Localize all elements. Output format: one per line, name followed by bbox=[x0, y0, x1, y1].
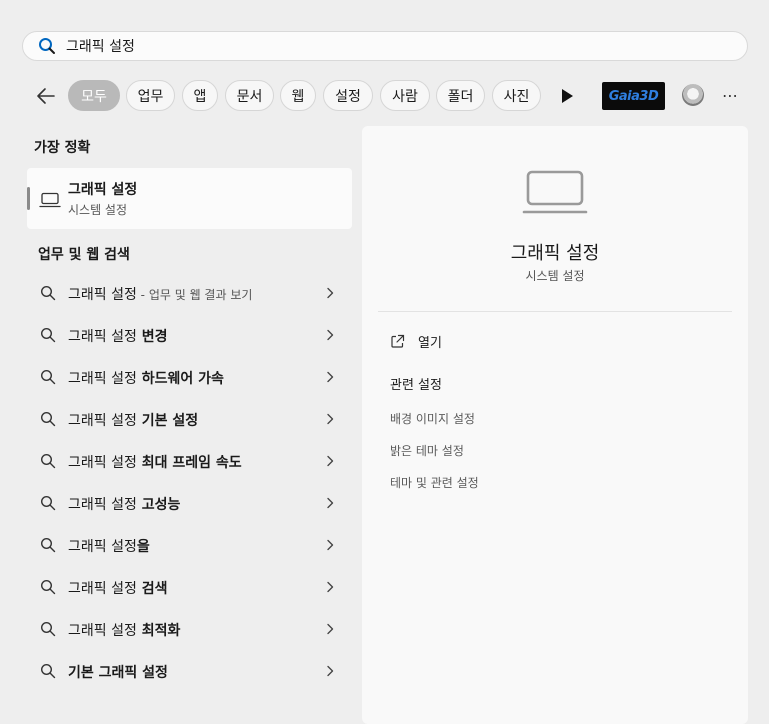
filter-chip-photos[interactable]: 사진 bbox=[492, 80, 541, 111]
search-icon bbox=[40, 453, 56, 469]
web-search-item[interactable]: 그래픽 설정 검색 bbox=[27, 567, 352, 607]
web-search-item-label: 그래픽 설정을 bbox=[68, 536, 150, 556]
search-icon bbox=[40, 579, 56, 595]
filter-chip-documents[interactable]: 문서 bbox=[225, 80, 274, 111]
filter-chip-web[interactable]: 웹 bbox=[280, 80, 316, 111]
suggestion-text: 고성능 bbox=[136, 497, 181, 513]
query-text: 그래픽 설정 bbox=[68, 287, 137, 303]
detail-panel: 그래픽 설정 시스템 설정 열기 관련 설정 배경 이미지 설정 밝은 테마 설… bbox=[362, 126, 748, 724]
web-search-item[interactable]: 그래픽 설정 - 업무 및 웹 결과 보기 bbox=[27, 273, 352, 313]
filter-chip-apps[interactable]: 앱 bbox=[182, 80, 218, 111]
search-icon bbox=[40, 327, 56, 343]
suggestion-text: 최대 프레임 속도 bbox=[136, 455, 242, 471]
query-text: 그래픽 설정 bbox=[68, 581, 137, 597]
chevron-right-icon bbox=[327, 371, 334, 383]
chevron-right-icon bbox=[327, 287, 334, 299]
web-search-item[interactable]: 그래픽 설정 기본 설정 bbox=[27, 399, 352, 439]
search-icon bbox=[40, 495, 56, 511]
query-text: 그래픽 설정 bbox=[68, 455, 137, 471]
org-logo-text: Gaia3D bbox=[608, 88, 659, 104]
search-box[interactable]: 그래픽 설정 bbox=[22, 31, 748, 61]
search-icon bbox=[40, 369, 56, 385]
web-search-item-label: 그래픽 설정 - 업무 및 웹 결과 보기 bbox=[68, 284, 252, 304]
query-text: 그래픽 설정 bbox=[68, 497, 137, 513]
open-external-icon bbox=[391, 334, 405, 348]
filter-chip-settings[interactable]: 설정 bbox=[323, 80, 373, 111]
web-search-item-label: 그래픽 설정 최적화 bbox=[68, 620, 180, 640]
avatar[interactable] bbox=[682, 84, 704, 106]
suggestion-text: 을 bbox=[136, 539, 150, 555]
query-text: 그래픽 설정 bbox=[68, 371, 137, 387]
suggestion-text: 하드웨어 가속 bbox=[136, 371, 224, 387]
back-arrow-icon[interactable] bbox=[34, 85, 58, 107]
web-search-item[interactable]: 그래픽 설정을 bbox=[27, 525, 352, 565]
search-icon bbox=[39, 38, 55, 54]
search-icon bbox=[40, 621, 56, 637]
web-search-item-label: 그래픽 설정 검색 bbox=[68, 578, 168, 598]
related-settings-heading: 관련 설정 bbox=[390, 378, 442, 393]
chevron-right-icon bbox=[327, 623, 334, 635]
chevron-right-icon bbox=[327, 665, 334, 677]
detail-title: 그래픽 설정 bbox=[510, 243, 600, 264]
search-icon bbox=[40, 663, 56, 679]
chevron-right-icon bbox=[327, 497, 334, 509]
web-search-item-label: 그래픽 설정 변경 bbox=[68, 326, 168, 346]
chevron-right-icon bbox=[327, 581, 334, 593]
web-search-item-label: 기본 그래픽 설정 bbox=[68, 662, 168, 682]
chevron-right-icon bbox=[327, 455, 334, 467]
more-options-icon[interactable]: ⋯ bbox=[722, 86, 739, 105]
open-action[interactable]: 열기 bbox=[390, 332, 442, 351]
best-match-subtitle: 시스템 설정 bbox=[68, 203, 128, 217]
best-match-title: 그래픽 설정 bbox=[68, 182, 138, 198]
suggestion-text: 검색 bbox=[136, 581, 168, 597]
suggestion-text: 변경 bbox=[136, 329, 168, 345]
query-text: 그래픽 설정 bbox=[68, 413, 137, 429]
query-text: 그래픽 설정 bbox=[68, 329, 137, 345]
best-match-heading: 가장 정확 bbox=[34, 140, 91, 156]
chevron-right-icon bbox=[327, 539, 334, 551]
filter-chip-all[interactable]: 모두 bbox=[68, 80, 120, 111]
selection-indicator bbox=[27, 187, 30, 210]
filter-chip-work[interactable]: 업무 bbox=[126, 80, 175, 111]
suggestion-text: 기본 그래픽 설정 bbox=[68, 665, 168, 681]
web-search-item[interactable]: 그래픽 설정 고성능 bbox=[27, 483, 352, 523]
search-icon bbox=[40, 285, 56, 301]
related-link-background[interactable]: 배경 이미지 설정 bbox=[390, 410, 475, 427]
related-link-themes[interactable]: 테마 및 관련 설정 bbox=[390, 474, 479, 491]
suggestion-text: 기본 설정 bbox=[136, 413, 199, 429]
divider bbox=[378, 311, 732, 312]
search-icon bbox=[40, 411, 56, 427]
web-search-heading: 업무 및 웹 검색 bbox=[38, 247, 130, 263]
best-match-item[interactable]: 그래픽 설정 시스템 설정 bbox=[27, 168, 352, 229]
web-search-item-label: 그래픽 설정 고성능 bbox=[68, 494, 180, 514]
search-input[interactable]: 그래픽 설정 bbox=[66, 36, 135, 56]
suggestion-text: 최적화 bbox=[136, 623, 181, 639]
open-label: 열기 bbox=[418, 336, 442, 351]
chevron-right-icon bbox=[327, 413, 334, 425]
detail-subtitle: 시스템 설정 bbox=[525, 269, 585, 283]
related-link-light-theme[interactable]: 밝은 테마 설정 bbox=[390, 442, 464, 459]
web-search-item[interactable]: 그래픽 설정 최대 프레임 속도 bbox=[27, 441, 352, 481]
web-search-item[interactable]: 그래픽 설정 변경 bbox=[27, 315, 352, 355]
web-search-item-label: 그래픽 설정 최대 프레임 속도 bbox=[68, 452, 242, 472]
chevron-right-icon bbox=[327, 329, 334, 341]
laptop-icon bbox=[39, 192, 61, 208]
search-icon bbox=[40, 537, 56, 553]
suggestion-note: - 업무 및 웹 결과 보기 bbox=[136, 288, 253, 302]
web-search-item-label: 그래픽 설정 기본 설정 bbox=[68, 410, 198, 430]
org-logo[interactable]: Gaia3D bbox=[602, 82, 665, 110]
web-search-item[interactable]: 기본 그래픽 설정 bbox=[27, 651, 352, 691]
filter-chip-people[interactable]: 사람 bbox=[380, 80, 430, 111]
query-text: 그래픽 설정 bbox=[68, 623, 137, 639]
query-text: 그래픽 설정 bbox=[68, 539, 137, 555]
web-search-item[interactable]: 그래픽 설정 하드웨어 가속 bbox=[27, 357, 352, 397]
laptop-icon bbox=[522, 170, 588, 214]
web-search-item-label: 그래픽 설정 하드웨어 가속 bbox=[68, 368, 224, 388]
more-filters-arrow-icon[interactable] bbox=[560, 88, 574, 104]
filter-chip-folders[interactable]: 폴더 bbox=[436, 80, 485, 111]
web-search-item[interactable]: 그래픽 설정 최적화 bbox=[27, 609, 352, 649]
